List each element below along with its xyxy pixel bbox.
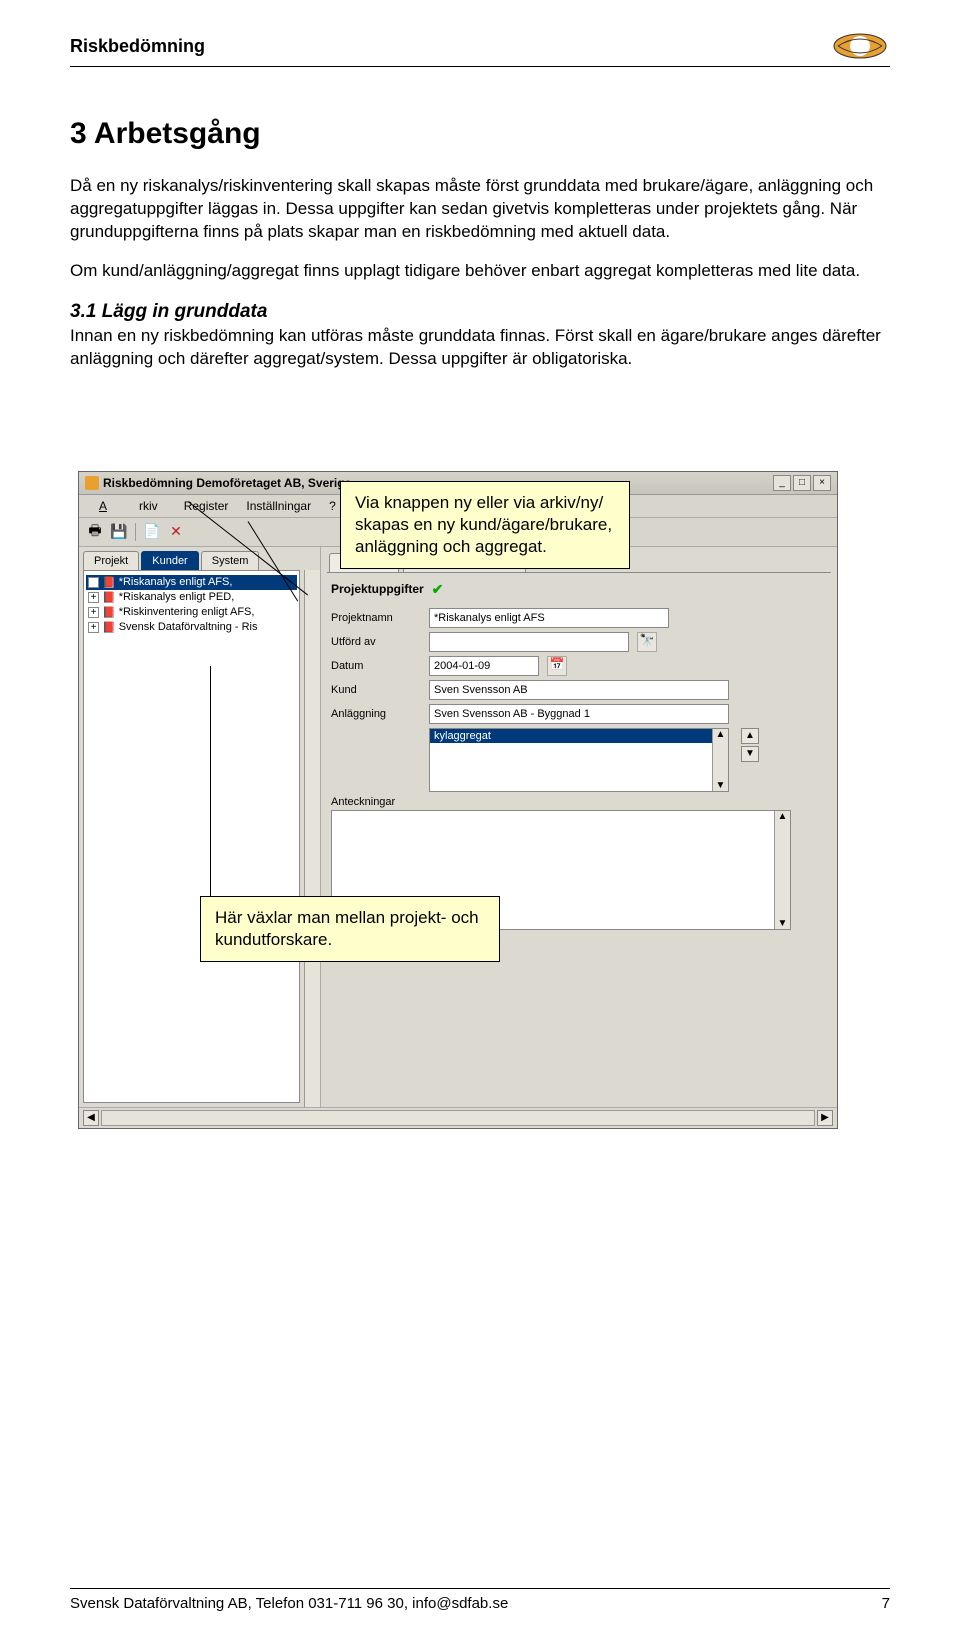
tree-view[interactable]: + 📕 *Riskanalys enligt AFS, + 📕 *Riskana…	[83, 570, 300, 1103]
list-item[interactable]: kylaggregat	[430, 729, 728, 743]
header-title: Riskbedömning	[70, 36, 205, 57]
label-utford-av: Utförd av	[331, 636, 421, 648]
page-footer: Svensk Dataförvaltning AB, Telefon 031-7…	[70, 1588, 890, 1612]
book-icon: 📕	[102, 621, 116, 634]
move-up-icon[interactable]: ▲	[741, 728, 759, 744]
expand-icon[interactable]: +	[88, 622, 99, 633]
label-kund: Kund	[331, 684, 421, 696]
book-icon: 📕	[102, 606, 116, 619]
tab-system[interactable]: System	[201, 551, 260, 570]
tree-scrollbar[interactable]	[304, 570, 320, 1107]
callout-new-button: Via knappen ny eller via arkiv/ny/ skapa…	[340, 481, 630, 569]
scroll-up-icon[interactable]: ▲	[775, 811, 790, 822]
app-icon	[85, 476, 99, 490]
label-datum: Datum	[331, 660, 421, 672]
paragraph-3: Innan en ny riskbedömning kan utföras må…	[70, 325, 890, 371]
tree-label: *Riskanalys enligt PED,	[119, 591, 235, 603]
right-panel: Inmatning Förhandsgranskning Projektuppg…	[321, 547, 837, 1107]
subsection-heading: 3.1 Lägg in grunddata	[70, 301, 890, 323]
footer-text: Svensk Dataförvaltning AB, Telefon 031-7…	[70, 1595, 508, 1612]
label-projektnamn: Projektnamn	[331, 612, 421, 624]
form-area: Projektnamn Utförd av 🔭 Datum 📅	[321, 602, 837, 940]
expand-icon[interactable]: +	[88, 592, 99, 603]
scroll-right-icon[interactable]: ▶	[817, 1110, 833, 1126]
label-anlaggning: Anläggning	[331, 708, 421, 720]
scroll-down-icon[interactable]: ▼	[713, 780, 728, 791]
expand-icon[interactable]: +	[88, 577, 99, 588]
scroll-up-icon[interactable]: ▲	[713, 729, 728, 740]
book-icon: 📕	[102, 591, 116, 604]
page-header: Riskbedömning	[70, 30, 890, 67]
notes-scrollbar[interactable]: ▲ ▼	[774, 811, 790, 929]
callout-line	[210, 666, 211, 898]
menu-arkiv-label: rkiv	[131, 497, 166, 515]
tree-label: *Riskanalys enligt AFS,	[119, 576, 233, 588]
callout-explorer-toggle: Här växlar man mellan projekt- och kundu…	[200, 896, 500, 962]
tree-label: Svensk Dataförvaltning - Ris	[119, 621, 258, 633]
input-datum[interactable]	[429, 656, 539, 676]
maximize-button[interactable]: □	[793, 475, 811, 491]
book-icon: 📕	[102, 576, 116, 589]
group-title-label: Projektuppgifter	[331, 582, 424, 596]
titlebar-text: Riskbedömning Demoföretaget AB, Sverige	[103, 476, 351, 490]
new-icon[interactable]: 📄	[142, 522, 162, 542]
eye-logo-icon	[830, 30, 890, 62]
calendar-icon[interactable]: 📅	[547, 656, 567, 676]
menu-arkiv[interactable]: Arkiv	[83, 497, 174, 515]
group-title: Projektuppgifter ✔	[321, 573, 837, 602]
input-projektnamn[interactable]	[429, 608, 669, 628]
tab-projekt[interactable]: Projekt	[83, 551, 139, 570]
tree-item-1[interactable]: + 📕 *Riskanalys enligt PED,	[86, 590, 297, 605]
save-icon[interactable]: 💾	[109, 522, 129, 542]
aggregat-listbox[interactable]: kylaggregat ▲ ▼	[429, 728, 729, 792]
check-icon: ✔	[432, 581, 444, 598]
scroll-track[interactable]	[101, 1110, 815, 1126]
section-heading: 3 Arbetsgång	[70, 117, 890, 151]
paragraph-2: Om kund/anläggning/aggregat finns upplag…	[70, 260, 890, 283]
separator	[135, 523, 136, 541]
scroll-down-icon[interactable]: ▼	[775, 918, 790, 929]
left-panel: Projekt Kunder System + 📕 *Riskanalys en…	[79, 547, 321, 1107]
expand-icon[interactable]: +	[88, 607, 99, 618]
move-down-icon[interactable]: ▼	[741, 746, 759, 762]
label-anteckningar: Anteckningar	[331, 796, 827, 808]
binoculars-icon[interactable]: 🔭	[637, 632, 657, 652]
tree-item-2[interactable]: + 📕 *Riskinventering enligt AFS,	[86, 605, 297, 620]
close-button[interactable]: ×	[813, 475, 831, 491]
scroll-left-icon[interactable]: ◀	[83, 1110, 99, 1126]
menu-installningar[interactable]: Inställningar	[238, 497, 319, 515]
print-icon[interactable]: 🖶	[85, 522, 105, 542]
tree-label: *Riskinventering enligt AFS,	[119, 606, 255, 618]
paragraph-1: Då en ny riskanalys/riskinventering skal…	[70, 175, 890, 244]
input-utford-av[interactable]	[429, 632, 629, 652]
listbox-scrollbar[interactable]: ▲ ▼	[712, 729, 728, 791]
tree-item-0[interactable]: + 📕 *Riskanalys enligt AFS,	[86, 575, 297, 590]
delete-icon[interactable]: ✕	[166, 522, 186, 542]
page-number: 7	[882, 1595, 890, 1612]
tab-kunder[interactable]: Kunder	[141, 551, 198, 570]
menu-register[interactable]: Register	[176, 497, 237, 515]
horizontal-scrollbar[interactable]: ◀ ▶	[79, 1107, 837, 1128]
input-anlaggning[interactable]	[429, 704, 729, 724]
tree-item-3[interactable]: + 📕 Svensk Dataförvaltning - Ris	[86, 620, 297, 635]
app-window: Riskbedömning Demoföretaget AB, Sverige …	[78, 471, 838, 1129]
minimize-button[interactable]: _	[773, 475, 791, 491]
reorder-buttons: ▲ ▼	[741, 728, 759, 762]
input-kund[interactable]	[429, 680, 729, 700]
